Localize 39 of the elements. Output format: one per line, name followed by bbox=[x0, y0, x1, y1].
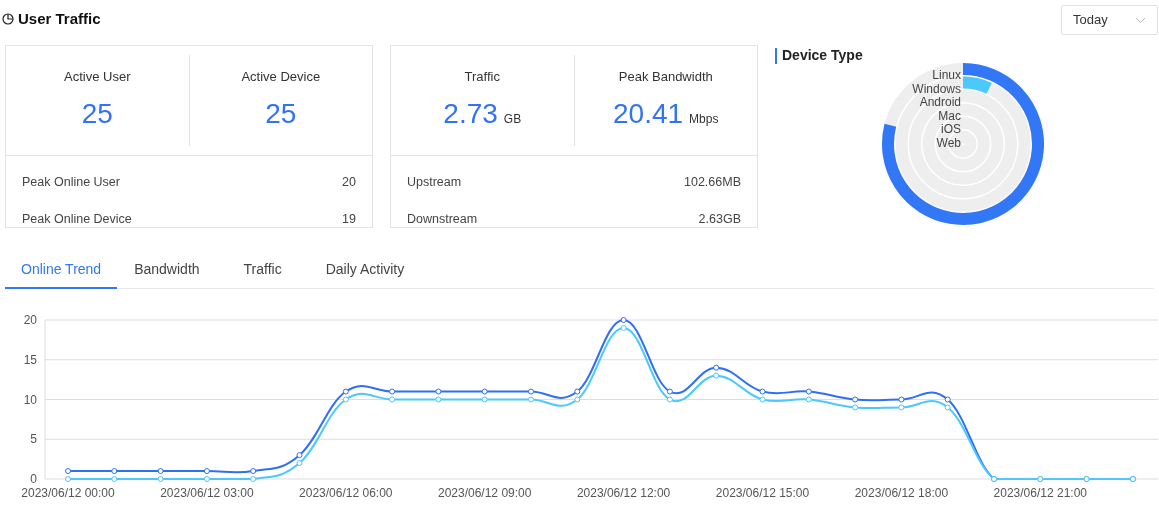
device-label: Windows bbox=[912, 82, 962, 96]
device-label: iOS bbox=[941, 123, 962, 137]
metric-unit: Mbps bbox=[689, 110, 719, 128]
stat-value: 20 bbox=[342, 174, 356, 190]
device-label: Linux bbox=[932, 69, 962, 83]
metric-label: Active User bbox=[64, 68, 131, 86]
metric-label: Active Device bbox=[241, 68, 321, 86]
x-tick-label: 2023/06/12 18:00 bbox=[854, 486, 949, 500]
device-label: Mac bbox=[938, 109, 962, 123]
x-tick-label: 2023/06/12 21:00 bbox=[993, 486, 1087, 500]
stat-value: 102.66MB bbox=[684, 174, 741, 190]
y-tick-label: 10 bbox=[23, 392, 37, 407]
y-tick-label: 20 bbox=[23, 313, 37, 327]
x-tick-label: 2023/06/12 00:00 bbox=[21, 486, 115, 500]
device-label: Web bbox=[936, 136, 962, 150]
stat-value: 19 bbox=[342, 211, 356, 227]
metric-label: Traffic bbox=[464, 68, 500, 86]
metric-value: 25 bbox=[265, 96, 297, 131]
metric-value: 20.41 bbox=[613, 96, 684, 131]
x-tick-label: 2023/06/12 12:00 bbox=[576, 486, 671, 500]
y-tick-label: 15 bbox=[23, 352, 37, 367]
y-tick-label: 0 bbox=[30, 472, 37, 486]
x-tick-label: 2023/06/12 03:00 bbox=[160, 486, 254, 500]
section-title: Device Type bbox=[782, 46, 863, 65]
stat-label: Peak Online Device bbox=[22, 211, 132, 227]
device-label: Android bbox=[919, 96, 962, 110]
x-tick-label: 2023/06/12 06:00 bbox=[299, 486, 393, 500]
metric-value: 2.73 bbox=[443, 96, 498, 131]
metric-unit: GB bbox=[503, 110, 522, 128]
x-tick-label: 2023/06/12 15:00 bbox=[715, 486, 810, 500]
x-tick-label: 2023/06/12 09:00 bbox=[438, 486, 532, 500]
metric-label: Peak Bandwidth bbox=[618, 68, 713, 86]
metric-value: 25 bbox=[81, 96, 113, 131]
stat-label: Upstream bbox=[407, 174, 462, 190]
stat-value: 2.63GB bbox=[698, 211, 741, 227]
page-title: User Traffic bbox=[18, 8, 101, 29]
y-tick-label: 5 bbox=[30, 432, 37, 447]
stat-label: Peak Online User bbox=[22, 174, 120, 190]
stat-label: Downstream bbox=[407, 211, 478, 227]
